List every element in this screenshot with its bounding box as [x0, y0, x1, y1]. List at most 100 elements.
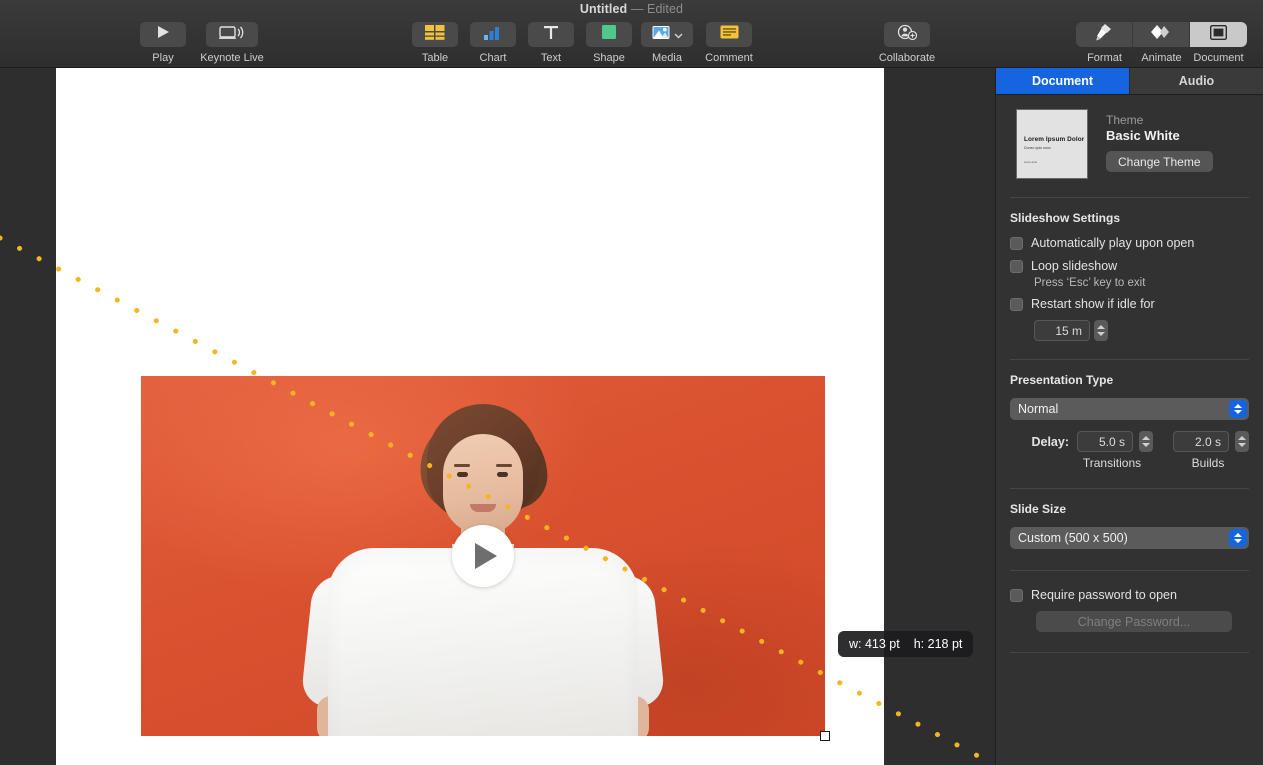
theme-thumb-footnote: sed a ante: [1024, 160, 1038, 164]
mouth: [470, 504, 496, 512]
document-button[interactable]: [1190, 22, 1247, 47]
toolbar-table[interactable]: Table: [406, 22, 464, 64]
text-icon: [543, 24, 559, 45]
stepper-down-icon: [1142, 443, 1150, 447]
toolbar-comment-label: Comment: [705, 52, 753, 64]
eyebrow-left: [454, 464, 470, 467]
toolbar-play[interactable]: Play: [134, 22, 192, 64]
stepper-up-icon: [1238, 436, 1246, 440]
theme-name: Basic White: [1106, 128, 1180, 143]
toolbar-comment[interactable]: Comment: [696, 22, 762, 64]
face: [443, 434, 523, 534]
loop-note: Press ‘Esc’ key to exit: [1034, 277, 1146, 289]
chart-button[interactable]: [470, 22, 516, 47]
transitions-delay-stepper[interactable]: [1139, 431, 1153, 452]
collaborate-button[interactable]: [884, 22, 930, 47]
toolbar: Untitled — Edited Play Keynote Live Tabl…: [0, 0, 1263, 68]
toolbar-media[interactable]: Media: [638, 22, 696, 64]
auto-play-checkbox[interactable]: [1010, 237, 1023, 250]
require-password-checkbox[interactable]: [1010, 589, 1023, 602]
text-button[interactable]: [528, 22, 574, 47]
tab-document-label: Document: [1031, 74, 1094, 88]
popup-arrows-icon: [1229, 529, 1247, 547]
auto-play-row[interactable]: Automatically play upon open: [1010, 236, 1249, 251]
toolbar-shape-label: Shape: [593, 52, 625, 64]
slide-size-section: Slide Size Custom (500 x 500): [996, 489, 1263, 553]
change-theme-button[interactable]: Change Theme: [1106, 151, 1213, 172]
eyebrow-right: [496, 464, 512, 467]
comment-button[interactable]: [706, 22, 752, 47]
play-button[interactable]: [140, 22, 186, 47]
loop-label: Loop slideshow: [1031, 259, 1118, 273]
slide-size-value: Custom (500 x 500): [1018, 531, 1128, 545]
window-title: Untitled — Edited: [0, 2, 1263, 16]
popup-arrows-icon: [1229, 400, 1247, 418]
toolbar-keynote-live[interactable]: Keynote Live: [192, 22, 272, 64]
inspector-panel: Document Audio Lorem Ipsum Dolor Donec q…: [995, 68, 1263, 765]
loop-row[interactable]: Loop slideshow: [1010, 259, 1249, 274]
toolbar-text[interactable]: Text: [522, 22, 580, 64]
toolbar-chart[interactable]: Chart: [464, 22, 522, 64]
format-label: Format: [1087, 52, 1122, 64]
resize-handle-bottom-right[interactable]: [820, 731, 830, 741]
builds-delay-input[interactable]: 2.0 s: [1173, 431, 1229, 452]
theme-section: Lorem Ipsum Dolor Donec quis nunc sed a …: [996, 95, 1263, 197]
size-badge-height: h: 218 pt: [913, 637, 963, 651]
theme-thumbnail[interactable]: Lorem Ipsum Dolor Donec quis nunc sed a …: [1016, 109, 1088, 179]
tab-document[interactable]: Document: [996, 68, 1130, 94]
play-circle-icon[interactable]: [452, 525, 514, 587]
toolbar-table-label: Table: [421, 52, 449, 64]
table-button[interactable]: [412, 22, 458, 47]
slideshow-settings-section: Slideshow Settings Automatically play up…: [996, 198, 1263, 345]
animate-diamond-icon: [1149, 24, 1173, 45]
media-button[interactable]: [641, 22, 693, 47]
title-separator: —: [630, 2, 644, 16]
transitions-delay-input[interactable]: 5.0 s: [1077, 431, 1133, 452]
format-button[interactable]: [1076, 22, 1133, 47]
eye-left: [457, 472, 468, 477]
table-icon: [425, 24, 445, 45]
change-password-button: Change Password...: [1036, 611, 1232, 632]
idle-input[interactable]: 15 m: [1034, 320, 1090, 341]
document-label: Document: [1193, 52, 1244, 64]
toolbar-collaborate-group: Collaborate: [872, 22, 942, 64]
toolbar-inspector-toggles: Format Animate Document: [1076, 22, 1247, 64]
slide-size-title: Slide Size: [1010, 502, 1067, 516]
animate-label: Animate: [1141, 52, 1182, 64]
slide-canvas-area[interactable]: [0, 68, 995, 765]
document-icon: [1209, 24, 1228, 45]
toolbar-text-label: Text: [540, 52, 562, 64]
play-triangle: [474, 543, 497, 569]
play-icon: [155, 25, 171, 44]
restart-row[interactable]: Restart show if idle for: [1010, 297, 1249, 312]
presentation-type-select[interactable]: Normal: [1010, 398, 1249, 420]
loop-checkbox[interactable]: [1010, 260, 1023, 273]
theme-thumb-title: Lorem Ipsum Dolor: [1024, 136, 1085, 143]
eye-right: [497, 472, 508, 477]
restart-checkbox[interactable]: [1010, 298, 1023, 311]
keynote-live-icon: [219, 25, 245, 45]
toolbar-keynote-live-label: Keynote Live: [200, 52, 264, 64]
builds-caption: Builds: [1191, 456, 1225, 470]
shape-button[interactable]: [586, 22, 632, 47]
delay-label: Delay:: [1031, 434, 1069, 449]
tab-audio-label: Audio: [1178, 74, 1215, 88]
toolbar-shape[interactable]: Shape: [580, 22, 638, 64]
stepper-down-icon: [1097, 332, 1105, 336]
size-badge: w: 413 pt h: 218 pt: [838, 631, 974, 657]
toolbar-play-label: Play: [152, 52, 174, 64]
builds-delay-stepper[interactable]: [1235, 431, 1249, 452]
idle-stepper[interactable]: [1094, 320, 1108, 341]
toolbar-collaborate[interactable]: Collaborate: [872, 22, 942, 64]
slide-size-select[interactable]: Custom (500 x 500): [1010, 527, 1249, 549]
document-edited-state: Edited: [647, 2, 684, 16]
toolbar-center-group: Table Chart Text Shape Media Comment: [406, 22, 762, 64]
animate-button[interactable]: [1133, 22, 1190, 47]
require-password-row[interactable]: Require password to open: [1010, 588, 1249, 603]
keynote-live-button[interactable]: [206, 22, 258, 47]
idle-field-row: 15 m: [1034, 320, 1249, 341]
tab-audio[interactable]: Audio: [1130, 68, 1263, 94]
presentation-type-title: Presentation Type: [1010, 373, 1114, 387]
theme-thumb-subtitle: Donec quis nunc: [1024, 146, 1051, 150]
media-object[interactable]: [141, 376, 825, 736]
